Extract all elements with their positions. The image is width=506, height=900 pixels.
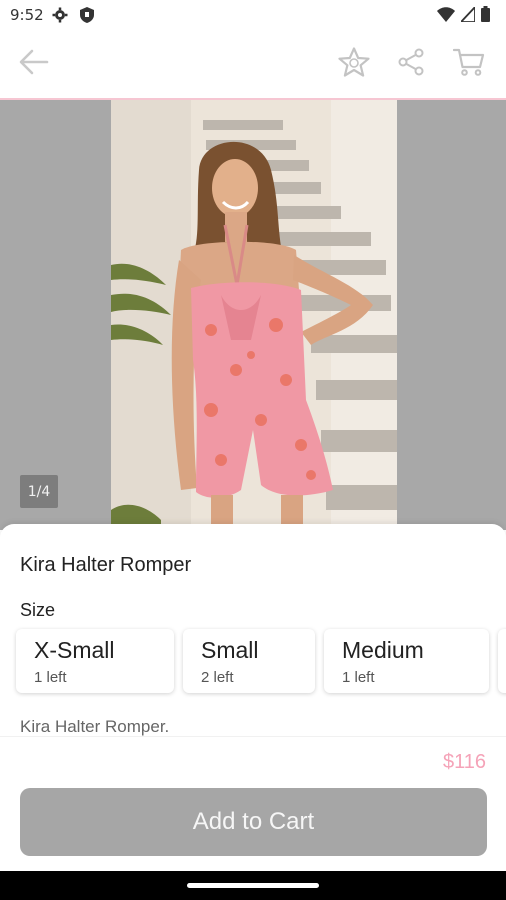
star-icon	[338, 47, 370, 81]
size-option-medium[interactable]: Medium 1 left	[324, 629, 489, 693]
product-title: Kira Halter Romper	[20, 554, 192, 576]
size-selector: X-Small 1 left Small 2 left Medium 1 lef…	[16, 629, 506, 693]
size-label: Size	[20, 600, 56, 620]
wifi-icon	[437, 6, 455, 26]
cart-icon	[452, 47, 485, 81]
status-bar: 9:52	[0, 0, 506, 32]
favorite-button[interactable]	[336, 46, 372, 82]
product-photo	[111, 100, 397, 530]
back-button[interactable]	[16, 46, 52, 82]
size-option-x-small[interactable]: X-Small 1 left	[16, 629, 174, 693]
share-icon	[397, 48, 425, 80]
size-option-stock: 1 left	[342, 669, 375, 686]
purchase-footer: $116 Add to Cart	[0, 736, 506, 872]
size-option-name: X-Small	[34, 637, 115, 663]
share-button[interactable]	[393, 46, 429, 82]
home-indicator[interactable]	[187, 883, 319, 888]
size-option-small[interactable]: Small 2 left	[183, 629, 315, 693]
size-option-stock: 2 left	[201, 669, 234, 686]
size-option-name: Small	[201, 637, 259, 663]
system-navigation-bar	[0, 871, 506, 900]
product-price: $116	[442, 751, 486, 773]
size-option-name: Medium	[342, 637, 424, 663]
shield-icon	[80, 7, 94, 27]
top-app-bar	[0, 32, 506, 98]
size-option-partial[interactable]	[498, 629, 506, 693]
cart-button[interactable]	[451, 46, 487, 82]
settings-gear-icon	[52, 7, 68, 27]
size-option-stock: 1 left	[34, 669, 67, 686]
product-image-gallery[interactable]: 1/4	[0, 100, 506, 530]
product-description: Kira Halter Romper.	[20, 717, 170, 736]
add-to-cart-button[interactable]: Add to Cart	[20, 788, 487, 856]
signal-icon	[458, 4, 476, 26]
battery-icon	[481, 6, 490, 26]
image-counter: 1/4	[20, 475, 58, 508]
arrow-left-icon	[19, 49, 49, 79]
product-details-sheet: Kira Halter Romper Size X-Small 1 left S…	[0, 524, 506, 736]
status-time: 9:52	[10, 6, 44, 24]
